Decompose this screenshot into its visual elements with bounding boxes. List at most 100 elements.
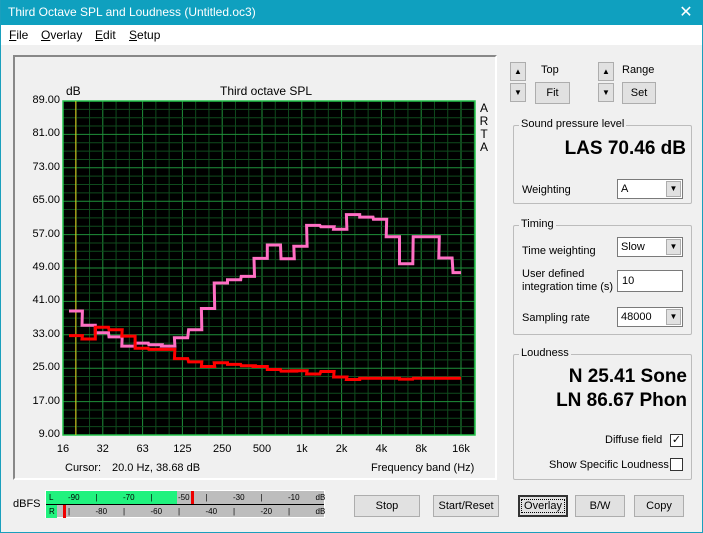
weighting-label: Weighting <box>522 184 571 196</box>
y-tick-label: 73.00 <box>32 160 60 173</box>
time-weighting-label: Time weighting <box>522 245 596 257</box>
y-tick-label: 41.00 <box>32 294 60 307</box>
title-bar: Third Octave SPL and Loudness (Untitled.… <box>1 0 703 25</box>
stop-button[interactable]: Stop <box>354 495 420 517</box>
menu-setup-accel: S <box>129 28 138 42</box>
y-tick-label: 65.00 <box>32 194 60 207</box>
range-label: Range <box>622 64 655 76</box>
specific-loudness-checkbox[interactable] <box>670 458 683 471</box>
set-button[interactable]: Set <box>622 82 656 104</box>
menu-edit[interactable]: Edit <box>95 28 116 42</box>
menu-overlay[interactable]: Overlay <box>41 28 82 42</box>
menu-overlay-accel: O <box>41 28 51 42</box>
meter-tick: -40 <box>205 507 218 516</box>
diffuse-field-label: Diffuse field <box>605 434 663 446</box>
meter-tick: dB <box>315 507 326 516</box>
fit-button-label: Fit <box>546 87 559 99</box>
meter-tick: | <box>178 507 181 516</box>
meter-tick: -30 <box>233 493 245 502</box>
overlay-button[interactable]: Overlay <box>518 495 568 517</box>
meter-peak-marker <box>62 505 66 518</box>
stop-button-label: Stop <box>375 500 399 512</box>
x-tick-label: 63 <box>136 443 149 455</box>
menu-bar: File Overlay Edit Setup <box>1 25 702 45</box>
chart-title: Third octave SPL <box>220 84 313 98</box>
chevron-up-icon: ▲ <box>514 67 522 76</box>
y-tick-label: 17.00 <box>32 394 60 407</box>
x-axis-label: Frequency band (Hz) <box>371 462 475 474</box>
sampling-rate-select[interactable]: 48000 ▼ <box>617 307 683 327</box>
brand-letter: A <box>479 140 488 154</box>
meter-tick: | <box>260 493 263 502</box>
meter-peak-marker <box>190 491 194 504</box>
bw-button[interactable]: B/W <box>575 495 625 517</box>
menu-setup-label: etup <box>137 28 161 42</box>
menu-file[interactable]: File <box>9 28 28 42</box>
cursor-readout: 20.0 Hz, 38.68 dB <box>112 462 201 474</box>
spl-value: LAS 70.46 dB <box>564 138 686 159</box>
menu-edit-label: dit <box>103 28 116 42</box>
specific-loudness-label: Show Specific Loudness <box>549 459 669 471</box>
loudness-phon: LN 86.67 Phon <box>556 390 687 411</box>
meter-tick: -20 <box>260 507 273 516</box>
x-tick-label: 1k <box>295 443 308 455</box>
meter-tick: | <box>233 507 236 516</box>
chart-panel <box>13 55 497 480</box>
weighting-select[interactable]: A ▼ <box>617 179 683 199</box>
meter-tick: -80 <box>95 507 108 516</box>
x-tick-label: 500 <box>252 443 272 455</box>
level-meter: L -90 | -70 | -50 | -30 | -10 dB R | -80 | -60 | -40 | -20… <box>45 490 325 518</box>
window-title: Third Octave SPL and Loudness (Untitled.… <box>8 5 256 19</box>
meter-channel-label: L <box>49 493 54 502</box>
top-down-button[interactable]: ▼ <box>510 83 526 102</box>
meter-left-channel: L -90 | -70 | -50 | -30 | -10 dB <box>46 491 325 504</box>
meter-tick: -70 <box>123 493 135 502</box>
meter-tick: | <box>205 493 208 502</box>
diffuse-field-checkbox[interactable]: ✓ <box>670 434 683 447</box>
fit-button[interactable]: Fit <box>535 82 570 104</box>
meter-level-fill <box>46 491 177 504</box>
menu-file-label: ile <box>16 28 29 42</box>
timing-group-title: Timing <box>519 218 556 230</box>
loudness-group-title: Loudness <box>519 347 571 359</box>
chevron-down-icon: ▼ <box>514 88 522 97</box>
menu-setup[interactable]: Setup <box>129 28 160 42</box>
x-tick-label: 2k <box>335 443 348 455</box>
time-weighting-select[interactable]: Slow ▼ <box>617 237 683 257</box>
spl-group-title: Sound pressure level <box>519 118 627 130</box>
start-reset-button[interactable]: Start/Reset <box>433 495 499 517</box>
sampling-rate-value: 48000 <box>621 311 652 323</box>
integration-time-value: 10 <box>622 275 635 287</box>
chevron-down-icon: ▼ <box>602 88 610 97</box>
meter-tick: | <box>68 507 71 516</box>
x-tick-label: 8k <box>415 443 427 455</box>
loudness-sone: N 25.41 Sone <box>568 366 687 387</box>
y-tick-label: 81.00 <box>32 127 60 140</box>
x-tick-label: 16k <box>452 443 470 455</box>
bw-button-label: B/W <box>589 500 611 512</box>
copy-button[interactable]: Copy <box>634 495 684 517</box>
cursor-label: Cursor: <box>65 462 102 474</box>
x-tick-label: 125 <box>173 443 192 455</box>
range-up-button[interactable]: ▲ <box>598 62 614 81</box>
menu-overlay-label: verlay <box>50 28 83 42</box>
close-icon[interactable]: ✕ <box>668 0 703 25</box>
chevron-down-icon: ▼ <box>666 181 681 197</box>
range-down-button[interactable]: ▼ <box>598 83 614 102</box>
meter-tick: | <box>95 493 98 502</box>
meter-tick: | <box>123 507 126 516</box>
integration-time-input[interactable]: 10 <box>617 270 683 292</box>
meter-tick: -60 <box>150 507 163 516</box>
y-tick-label: 49.00 <box>32 261 60 273</box>
weighting-value: A <box>621 183 629 195</box>
meter-tick: | <box>150 493 153 502</box>
integration-label-2: integration time (s) <box>522 281 614 293</box>
x-tick-label: 16 <box>56 443 70 455</box>
chevron-down-icon: ▼ <box>666 309 681 325</box>
meter-tick: | <box>288 507 291 516</box>
y-tick-label: 57.00 <box>32 227 60 240</box>
x-tick-label: 4k <box>375 443 388 455</box>
arta-brand: A R T A <box>479 102 489 154</box>
top-up-button[interactable]: ▲ <box>510 62 526 81</box>
chevron-down-icon: ▼ <box>666 239 681 255</box>
